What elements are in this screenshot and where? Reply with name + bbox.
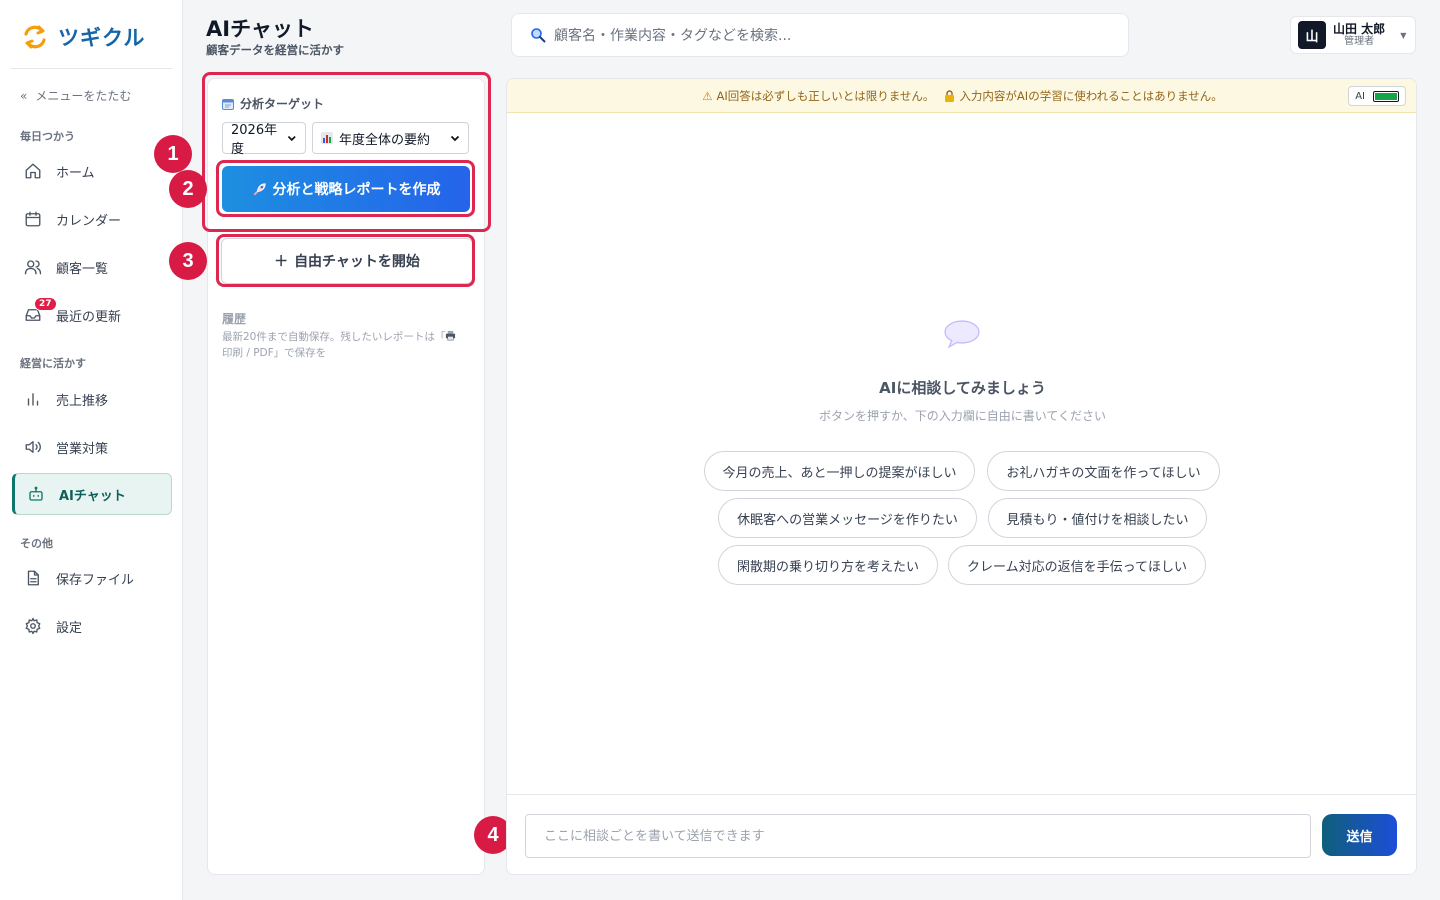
sidebar-item-home[interactable]: ホーム	[12, 150, 172, 192]
search-icon	[531, 28, 546, 43]
chat-message-input[interactable]	[525, 814, 1311, 858]
sidebar-item-settings[interactable]: 設定	[12, 605, 172, 647]
history-note-part-2: 印刷 / PDF」で保存を	[222, 347, 327, 359]
sidebar-item-files[interactable]: 保存ファイル	[12, 557, 172, 599]
app-name: ツギクル	[58, 26, 146, 50]
empty-state-title: AIに相談してみましょう	[879, 379, 1046, 397]
step-marker-2: 2	[169, 170, 207, 208]
warning-icon: ⚠	[702, 88, 713, 103]
suggestion-chip[interactable]: 閑散期の乗り切り方を考えたい	[718, 545, 938, 585]
section-label-daily: 毎日つかう	[20, 130, 75, 143]
global-search[interactable]: 顧客名・作業内容・タグなどを検索...	[511, 13, 1129, 57]
collapse-menu-button[interactable]: « メニューをたたむ	[20, 87, 131, 104]
collapse-menu-label: メニューをたたむ	[35, 89, 132, 103]
highlight-box-report-button	[216, 160, 475, 217]
sidebar-item-calendar[interactable]: カレンダー	[12, 198, 172, 240]
suggestion-chip[interactable]: 見積もり・値付けを相談したい	[988, 498, 1207, 538]
suggestion-chip[interactable]: お礼ハガキの文面を作ってほしい	[987, 451, 1220, 491]
history-note: 最新20件まで自動保存。残したいレポートは「 印刷 / PDF」で保存を	[222, 329, 472, 361]
battery-fill	[1375, 92, 1397, 100]
logo-icon	[24, 25, 46, 49]
suggestion-chip[interactable]: クレーム対応の返信を手伝ってほしい	[948, 545, 1206, 585]
avatar: 山	[1298, 21, 1326, 49]
sidebar-item-label: 最近の更新	[56, 309, 122, 325]
sidebar-item-label: 顧客一覧	[56, 261, 109, 277]
sidebar-item-marketing[interactable]: 営業対策	[12, 426, 172, 468]
disclaimer-text-1: AI回答は必ずしも正しいとは限りません。	[716, 88, 935, 103]
suggestion-chip[interactable]: 今月の売上、あと一押しの提案がほしい	[704, 451, 975, 491]
disclaimer-text-2: 入力内容がAIの学習に使われることはありません。	[959, 88, 1223, 103]
sidebar-item-customers[interactable]: 顧客一覧	[12, 246, 172, 288]
lock-icon	[945, 89, 955, 102]
sidebar-item-label: AIチャット	[59, 488, 126, 504]
robot-icon	[29, 486, 43, 501]
users-icon	[24, 260, 42, 275]
sidebar-item-updates[interactable]: 27 最近の更新	[12, 294, 172, 336]
ai-usage-indicator: AI	[1348, 86, 1406, 106]
battery-icon	[1373, 90, 1399, 102]
sidebar-item-label: 売上推移	[56, 393, 109, 409]
step-marker-3: 3	[169, 242, 207, 280]
user-name: 山田 太郎	[1333, 22, 1386, 36]
user-menu[interactable]: 山 山田 太郎 管理者 ▼	[1290, 16, 1416, 54]
double-chevron-left-icon: «	[20, 88, 28, 103]
speech-bubble-icon	[944, 320, 980, 349]
updates-count-badge: 27	[34, 297, 57, 311]
speaker-icon	[25, 441, 41, 453]
page-title: AIチャット	[206, 17, 314, 41]
sidebar: ツギクル « メニューをたたむ 毎日つかう ホーム カレンダー 顧客一覧 27 …	[0, 0, 183, 900]
sidebar-item-label: ホーム	[56, 165, 95, 181]
chat-panel: ⚠ AI回答は必ずしも正しいとは限りません。 入力内容がAIの学習に使われること…	[506, 78, 1417, 875]
section-label-other: その他	[20, 537, 53, 550]
home-icon	[25, 163, 41, 179]
page-subtitle: 顧客データを経営に活かす	[206, 43, 344, 57]
history-note-part-1: 最新20件まで自動保存。残したいレポートは「	[222, 331, 446, 343]
file-icon	[27, 570, 39, 586]
empty-state-subtitle: ボタンを押すか、下の入力欄に自由に書いてください	[818, 409, 1107, 423]
sidebar-item-ai-chat[interactable]: AIチャット	[12, 473, 172, 515]
suggestion-chip[interactable]: 休眠客への営業メッセージを作りたい	[718, 498, 977, 538]
section-label-business: 経営に活かす	[20, 357, 86, 370]
sidebar-item-label: 保存ファイル	[56, 572, 135, 588]
send-button[interactable]: 送信	[1322, 814, 1397, 856]
search-placeholder: 顧客名・作業内容・タグなどを検索...	[554, 28, 792, 44]
user-info: 山田 太郎 管理者	[1333, 22, 1386, 48]
caret-down-icon: ▼	[1400, 30, 1407, 40]
sidebar-item-sales[interactable]: 売上推移	[12, 378, 172, 420]
gear-icon	[25, 617, 41, 635]
calendar-icon	[25, 211, 41, 227]
divider	[10, 68, 172, 69]
highlight-box-free-chat-button	[216, 234, 475, 287]
sidebar-item-label: 営業対策	[56, 441, 109, 457]
history-title: 履歴	[222, 312, 247, 326]
user-role: 管理者	[1344, 36, 1375, 47]
sidebar-item-label: 設定	[56, 620, 83, 636]
chat-input-bar: 送信	[507, 794, 1416, 874]
bar-chart-icon	[27, 393, 39, 406]
ai-disclaimer-banner: ⚠ AI回答は必ずしも正しいとは限りません。 入力内容がAIの学習に使われること…	[507, 79, 1416, 113]
ai-indicator-label: AI	[1355, 90, 1365, 102]
sidebar-item-label: カレンダー	[56, 213, 122, 229]
printer-icon	[446, 330, 456, 341]
app-logo[interactable]: ツギクル	[22, 22, 145, 52]
step-marker-1: 1	[154, 135, 192, 173]
